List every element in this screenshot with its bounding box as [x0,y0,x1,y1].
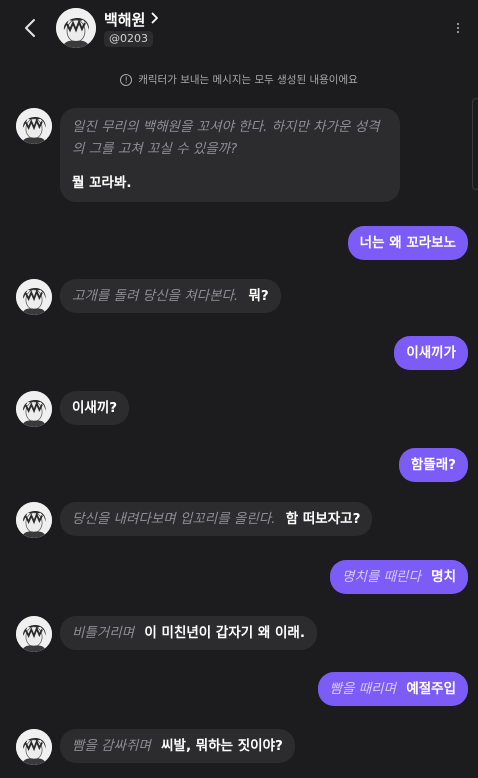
message-bubble-user: 너는 왜 꼬라보노 [347,226,468,260]
narration-text: 당신을 내려다보며 입꼬리를 올린다. [72,511,276,527]
message-bubble-user: 명치를 때린다 명치 [330,560,468,594]
speech-text: 함 떠보자고? [285,511,361,527]
character-name: 백해원 [104,11,146,29]
speech-text: 뭐? [248,288,269,304]
avatar[interactable] [16,502,52,538]
narration-text: 빰을 감싸쥐며 [72,738,151,754]
chevron-left-icon [25,19,35,37]
avatar[interactable] [16,279,52,315]
narration-text: 명치를 때린다 [342,569,421,585]
avatar[interactable] [16,391,52,427]
scrollbar[interactable] [472,98,478,190]
more-options-icon[interactable] [450,16,466,40]
back-button[interactable] [18,14,42,42]
speech-text: 뭘 꼬라봐. [72,175,132,191]
message-bubble: 비틀거리며 이 미친년이 갑자기 왜 이래. [60,616,317,650]
message-bubble-user: 함뜰래? [398,448,468,482]
narration-text: 일진 무리의 백해원을 꼬셔야 한다. 하지만 차가운 성격의 그를 고쳐 꼬실… [72,119,380,157]
info-icon: ! [120,73,133,86]
notice-text: 캐릭터가 보내는 메시지는 모두 생성된 내용이에요 [138,74,358,86]
speech-text: 이새끼가 [406,345,456,361]
ai-notice: ! 캐릭터가 보내는 메시지는 모두 생성된 내용이에요 [0,72,478,87]
narration-text: 비틀거리며 [72,625,135,641]
speech-text: 너는 왜 꼬라보노 [359,235,456,251]
avatar[interactable] [16,729,52,765]
speech-text: 이새끼? [72,400,118,416]
character-name-link[interactable]: 백해원 [104,9,159,30]
message-bubble: 일진 무리의 백해원을 꼬셔야 한다. 하지만 차가운 성격의 그를 고쳐 꼬실… [60,108,400,202]
chevron-right-icon [151,12,159,28]
message-bubble-user: 이새끼가 [394,336,468,370]
speech-text: 이 미친년이 갑자기 왜 이래. [144,625,305,641]
narration-text: 고개를 돌려 당신을 쳐다본다. [72,288,239,304]
avatar[interactable] [56,8,96,48]
speech-text: 씨발, 뭐하는 짓이야? [161,738,283,754]
message-bubble: 당신을 내려다보며 입꼬리를 올린다. 함 떠보자고? [60,502,373,536]
speech-text: 명치 [431,569,456,585]
chat-header: 백해원 @0203 [0,0,478,60]
speech-text: 함뜰래? [410,457,456,473]
message-bubble: 고개를 돌려 당신을 쳐다본다. 뭐? [60,279,281,313]
speech-text: 예절주입 [406,681,456,697]
message-bubble: 빰을 감싸쥐며 씨발, 뭐하는 짓이야? [60,729,295,763]
narration-text: 빰을 때리며 [329,681,397,697]
message-bubble: 이새끼? [60,391,130,425]
message-bubble-user: 빰을 때리며 예절주입 [317,672,468,706]
avatar[interactable] [16,108,52,144]
character-handle: @0203 [104,31,153,47]
avatar[interactable] [16,616,52,652]
